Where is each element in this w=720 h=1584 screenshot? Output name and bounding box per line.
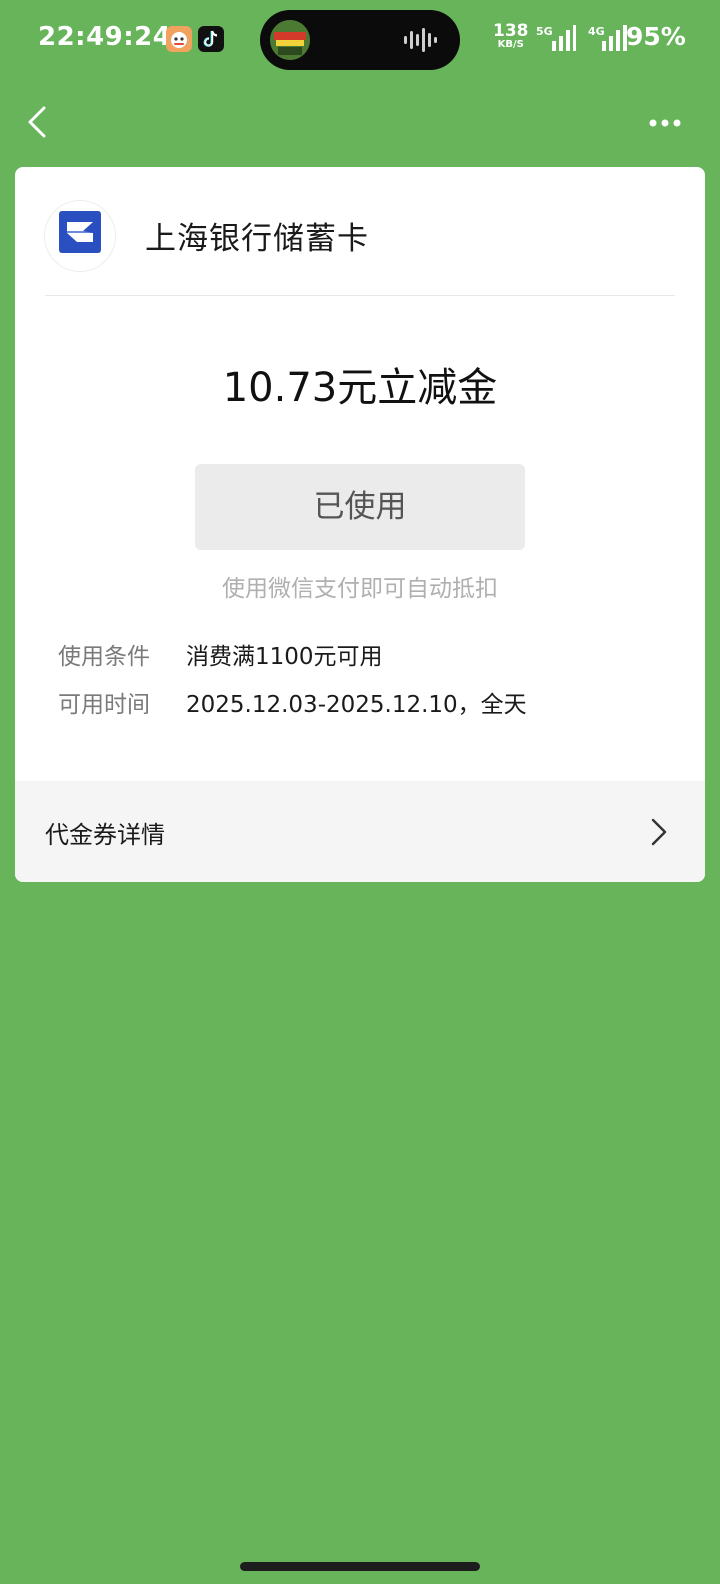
signal-4g-icon: 4G [588, 25, 627, 51]
divider [45, 295, 675, 296]
chevron-right-icon [651, 818, 667, 846]
app-notification-icon [166, 26, 192, 52]
validity-value: 2025.12.03-2025.12.10，全天 [186, 692, 527, 718]
status-bar: 22:49:24 138 KB/S 5G 4G 95% [0, 0, 720, 80]
svg-text:5G: 5G [536, 25, 553, 38]
network-speed: 138 KB/S [493, 21, 529, 51]
merchant-header: 上海银行储蓄卡 [45, 201, 685, 273]
condition-value: 消费满1100元可用 [186, 644, 383, 670]
media-thumbnail-icon [270, 20, 310, 60]
chevron-left-icon [28, 106, 46, 138]
more-button[interactable] [648, 108, 692, 138]
home-indicator[interactable] [240, 1562, 480, 1571]
validity-label: 可用时间 [58, 692, 150, 718]
payment-hint: 使用微信支付即可自动抵扣 [222, 576, 498, 602]
status-time: 22:49:24 [38, 22, 172, 52]
back-button[interactable] [22, 104, 62, 144]
used-status-button[interactable]: 已使用 [195, 464, 525, 550]
coupon-details-label: 代金券详情 [45, 821, 165, 849]
coupon-amount-title: 10.73元立减金 [222, 365, 498, 411]
coupon-details-link[interactable]: 代金券详情 [15, 781, 705, 882]
merchant-name: 上海银行储蓄卡 [145, 221, 369, 257]
bank-logo-icon [45, 201, 115, 271]
signal-5g-icon: 5G [536, 25, 576, 51]
condition-label: 使用条件 [58, 644, 150, 670]
svg-text:4G: 4G [588, 25, 605, 38]
more-dots-icon [649, 119, 681, 127]
coupon-card: 上海银行储蓄卡 10.73元立减金 已使用 使用微信支付即可自动抵扣 使用条件 … [15, 167, 705, 882]
audio-wave-icon [404, 28, 437, 52]
battery-level: 95% [626, 22, 686, 51]
navigation-bar [0, 88, 720, 158]
tiktok-icon [198, 26, 224, 52]
dynamic-island[interactable] [260, 10, 460, 70]
